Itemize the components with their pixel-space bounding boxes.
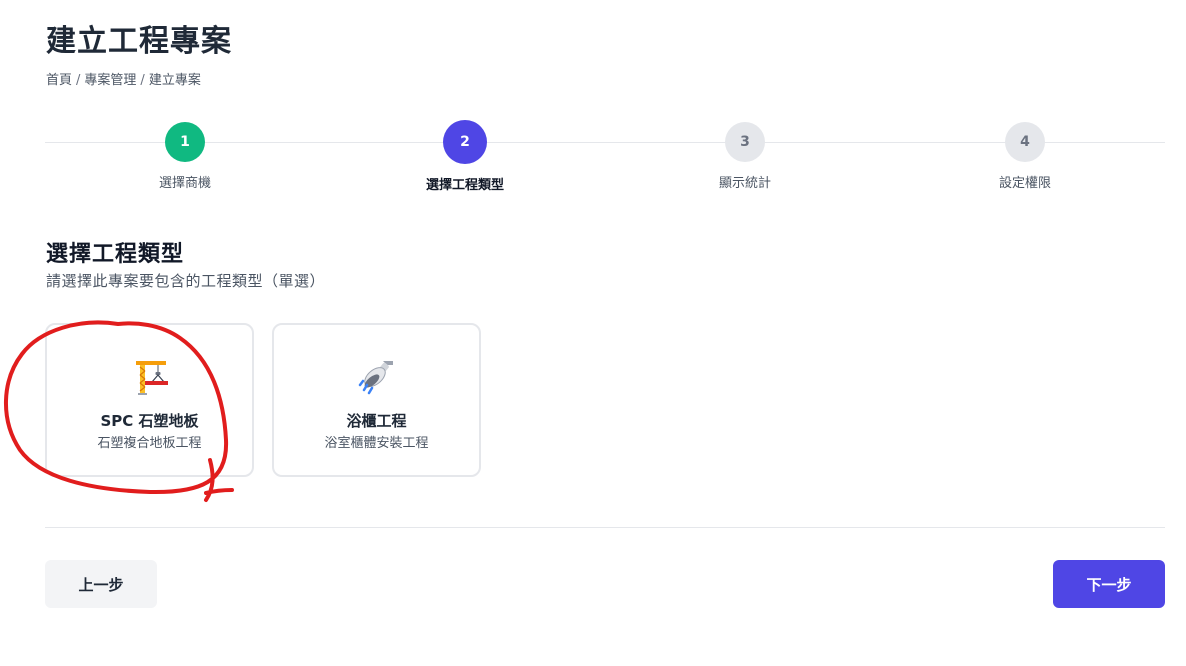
breadcrumb-project-management-link[interactable]: 專案管理 xyxy=(84,72,136,90)
card-description: 浴室櫃體安裝工程 xyxy=(324,436,429,451)
breadcrumb-separator: / xyxy=(140,73,145,88)
card-description: 石塑複合地板工程 xyxy=(97,436,202,451)
step-label: 設定權限 xyxy=(998,176,1051,191)
next-step-button[interactable]: 下一步 xyxy=(1053,560,1165,608)
project-type-card-spc-flooring[interactable]: SPC 石塑地板 石塑複合地板工程 xyxy=(45,323,254,477)
card-title: SPC 石塑地板 xyxy=(100,412,199,430)
breadcrumb-home-link[interactable]: 首頁 xyxy=(46,72,72,90)
step-label: 選擇工程類型 xyxy=(425,178,504,193)
step-label: 顯示統計 xyxy=(718,176,771,191)
stepper: 1 選擇商機 2 選擇工程類型 3 顯示統計 4 設定權限 xyxy=(45,120,1165,200)
breadcrumb-current: 建立專案 xyxy=(148,73,201,88)
step-number: 4 xyxy=(1005,122,1045,162)
section-title: 選擇工程類型 xyxy=(46,242,185,267)
breadcrumb-separator: / xyxy=(76,73,81,88)
step-number: 2 xyxy=(443,120,487,164)
breadcrumb: 首頁 / 專案管理 / 建立專案 xyxy=(46,72,201,90)
step-select-opportunity: 1 選擇商機 xyxy=(105,120,265,191)
step-select-project-type: 2 選擇工程類型 xyxy=(385,120,545,193)
step-number: 1 xyxy=(165,122,205,162)
step-label: 選擇商機 xyxy=(158,176,211,191)
step-number: 3 xyxy=(725,122,765,162)
project-type-card-bathroom-cabinet[interactable]: 浴櫃工程 浴室櫃體安裝工程 xyxy=(272,323,481,477)
section-subtitle: 請選擇此專案要包含的工程類型（單選） xyxy=(46,272,326,290)
shower-head-icon xyxy=(358,361,393,395)
card-title: 浴櫃工程 xyxy=(346,412,407,430)
construction-crane-icon xyxy=(135,361,168,395)
page-title: 建立工程專案 xyxy=(46,24,232,59)
step-set-permissions: 4 設定權限 xyxy=(945,120,1105,191)
step-show-statistics: 3 顯示統計 xyxy=(665,120,825,191)
previous-step-button[interactable]: 上一步 xyxy=(45,560,157,608)
footer-divider xyxy=(45,527,1165,528)
